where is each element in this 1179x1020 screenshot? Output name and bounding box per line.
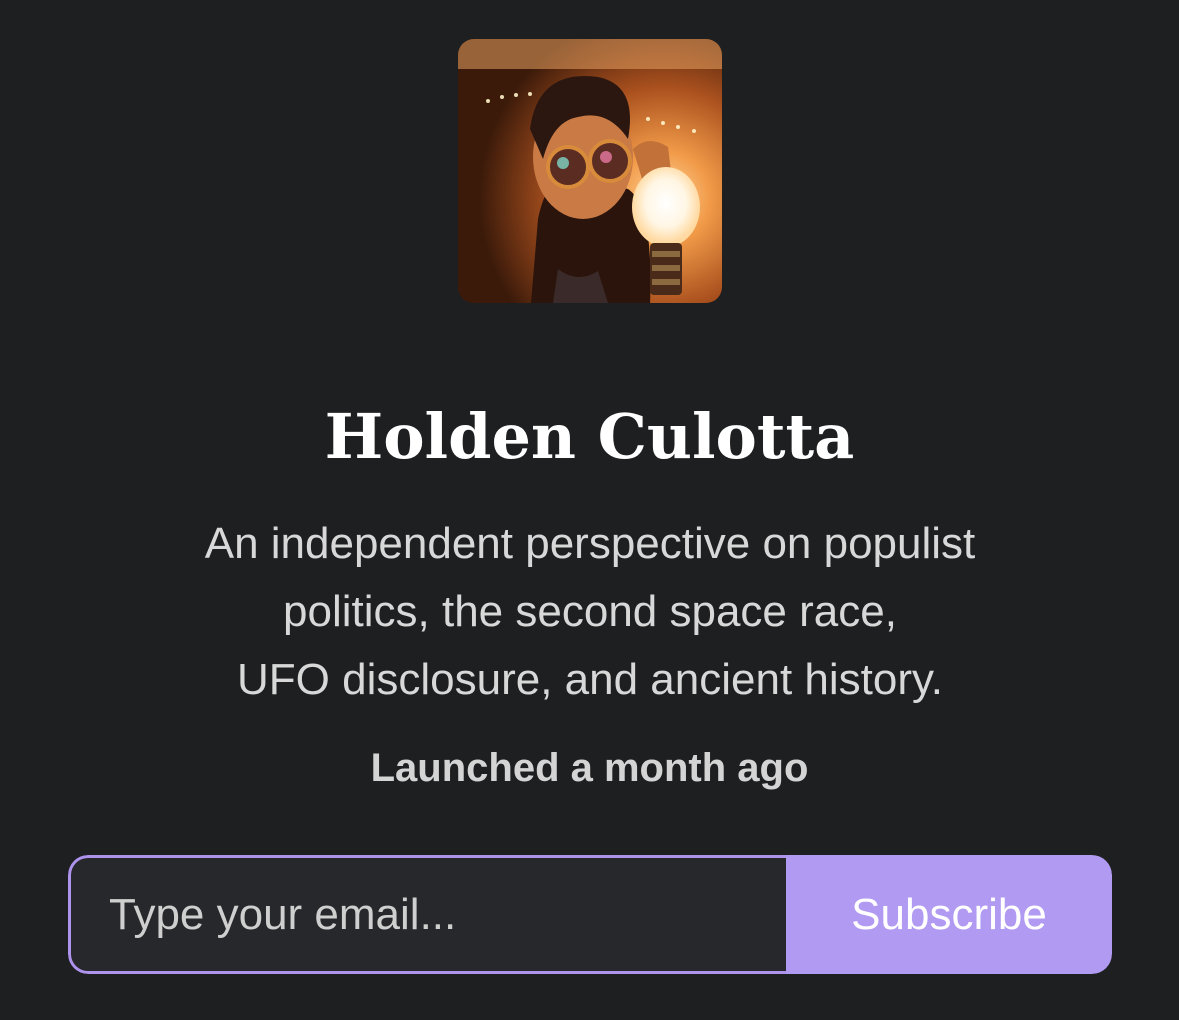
description-line: politics, the second space race,: [283, 587, 897, 636]
publication-description: An independent perspective on populist p…: [140, 510, 1040, 714]
profile-avatar: [458, 39, 722, 303]
subscribe-button[interactable]: Subscribe: [786, 855, 1112, 974]
publication-title: Holden Culotta: [324, 400, 855, 473]
description-line: An independent perspective on populist: [204, 519, 976, 568]
email-input[interactable]: [68, 855, 786, 974]
launch-date: Launched a month ago: [370, 746, 809, 790]
publication-landing: Holden Culotta An independent perspectiv…: [0, 0, 1179, 1020]
avatar-photo: [458, 39, 722, 303]
description-line: UFO disclosure, and ancient history.: [237, 655, 943, 704]
subscribe-form: Subscribe: [68, 855, 1112, 974]
